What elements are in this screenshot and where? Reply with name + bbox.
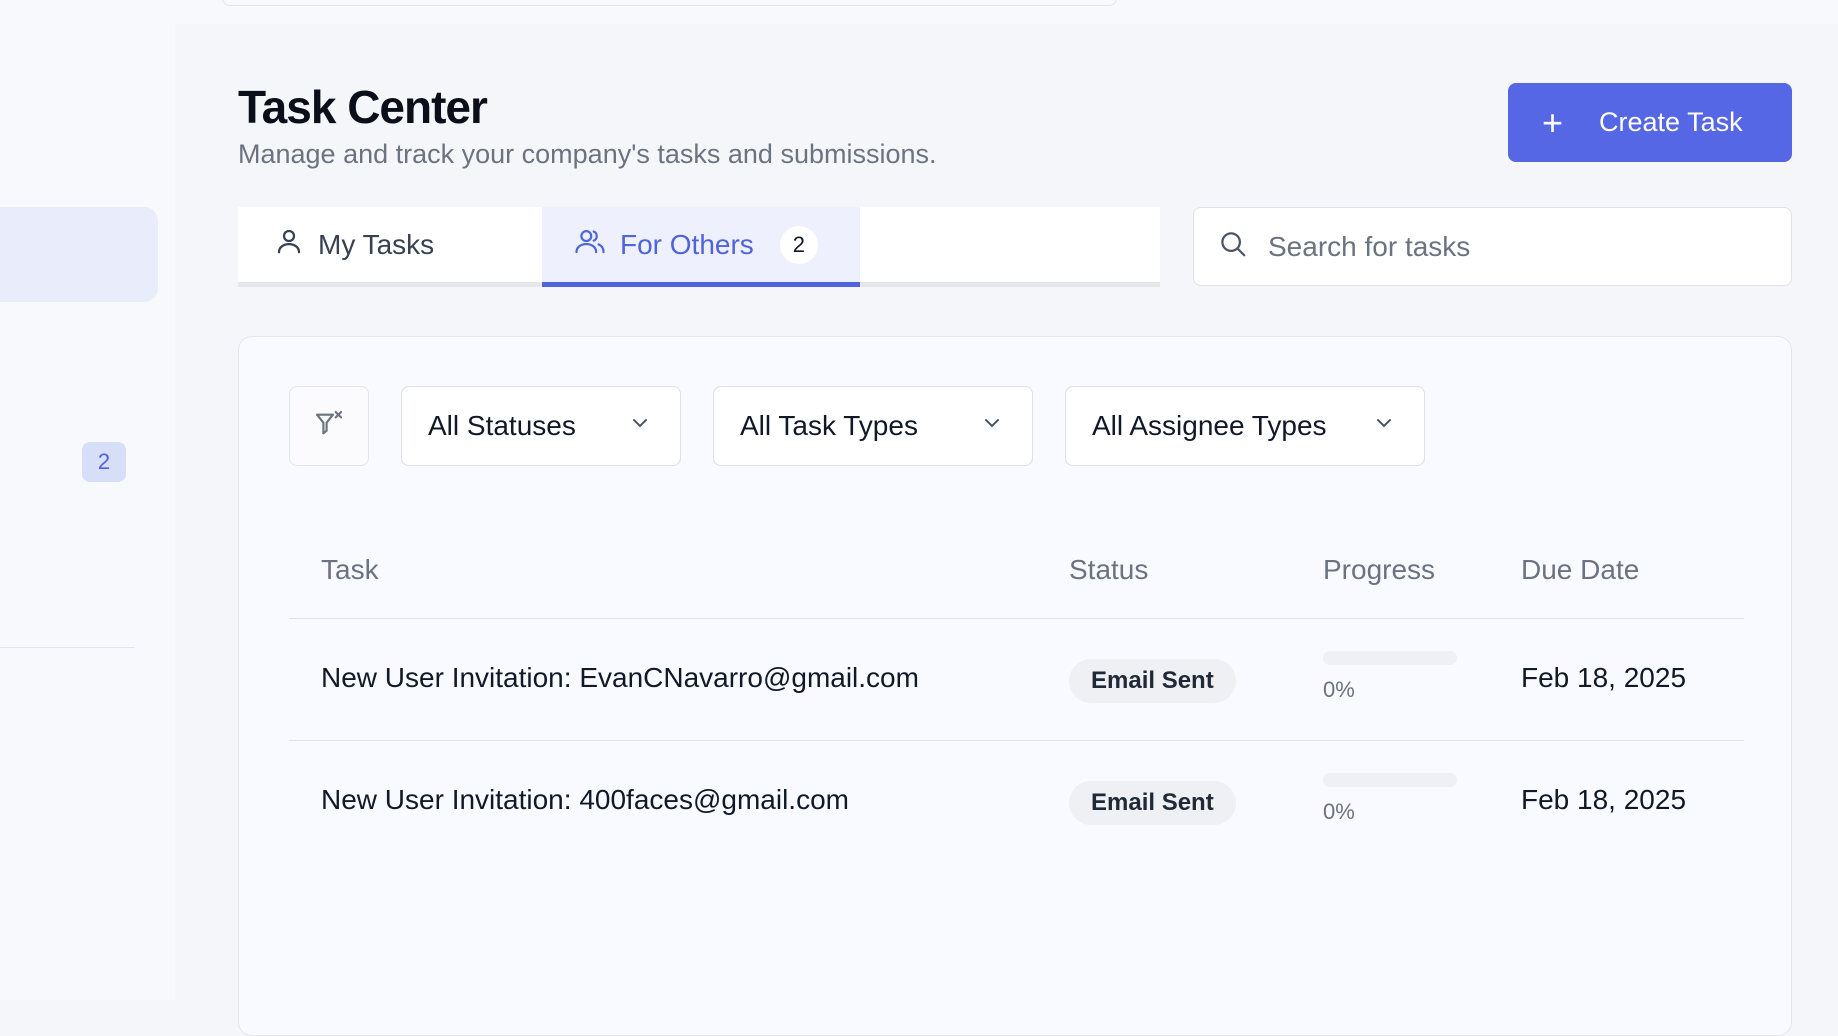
tasks-card: All Statuses All Task Types All Assignee…	[238, 336, 1792, 1036]
progress-bar	[1323, 773, 1457, 787]
progress-cell: 0%	[1323, 651, 1457, 703]
due-date: Feb 18, 2025	[1521, 662, 1687, 693]
tab-count-badge: 2	[779, 225, 818, 264]
chevron-down-icon	[980, 410, 1004, 442]
plus-icon: +	[1542, 101, 1564, 143]
due-date: Feb 18, 2025	[1521, 784, 1687, 815]
task-title: New User Invitation: EvanCNavarro@gmail.…	[321, 662, 919, 693]
page-subtitle: Manage and track your company's tasks an…	[238, 139, 937, 169]
sidebar-item-active[interactable]: 2	[0, 207, 158, 482]
task-title: New User Invitation: 400faces@gmail.com	[321, 784, 849, 815]
column-header-progress[interactable]: Progress	[1323, 554, 1435, 586]
sidebar-count-badge: 2	[82, 442, 126, 482]
create-task-button[interactable]: + Create Task	[1508, 83, 1792, 162]
assignee-type-filter-value: All Assignee Types	[1092, 410, 1327, 441]
user-icon	[274, 226, 304, 263]
topbar-search-input[interactable]	[222, 0, 1117, 6]
column-header-status[interactable]: Status	[1069, 554, 1148, 586]
sidebar-divider	[0, 647, 135, 648]
table-row[interactable]: New User Invitation: EvanCNavarro@gmail.…	[289, 619, 1744, 741]
sidebar: 2	[0, 0, 175, 1000]
tab-my-tasks[interactable]: My Tasks	[274, 207, 434, 282]
users-icon	[574, 226, 606, 263]
status-badge: Email Sent	[1069, 659, 1236, 703]
assignee-type-filter-select[interactable]: All Assignee Types	[1065, 386, 1425, 466]
tab-label: For Others	[620, 228, 754, 260]
tab-for-others[interactable]: For Others 2	[542, 207, 860, 287]
search-input[interactable]	[1268, 230, 1748, 263]
status-filter-select[interactable]: All Statuses	[401, 386, 681, 466]
progress-percent: 0%	[1323, 677, 1355, 702]
search-box[interactable]	[1193, 207, 1792, 286]
page-title: Task Center	[238, 81, 488, 133]
chevron-down-icon	[1372, 410, 1396, 442]
status-filter-value: All Statuses	[428, 410, 576, 441]
create-task-label: Create Task	[1599, 107, 1743, 137]
tab-label: My Tasks	[318, 228, 435, 260]
status-badge: Email Sent	[1069, 781, 1236, 825]
search-icon	[1218, 229, 1248, 264]
column-header-task[interactable]: Task	[321, 554, 379, 586]
progress-bar	[1323, 651, 1457, 665]
task-type-filter-select[interactable]: All Task Types	[713, 386, 1033, 466]
clear-filters-button[interactable]	[289, 386, 369, 466]
task-tabs: My Tasks For Others 2	[238, 207, 1160, 287]
main-content: Task Center Manage and track your compan…	[175, 24, 1838, 1036]
filter-clear-icon	[313, 408, 345, 445]
progress-percent: 0%	[1323, 799, 1355, 824]
table-row[interactable]: New User Invitation: 400faces@gmail.com …	[289, 741, 1744, 863]
task-type-filter-value: All Task Types	[740, 410, 918, 441]
chevron-down-icon	[628, 410, 652, 442]
column-header-due-date[interactable]: Due Date	[1521, 554, 1639, 586]
progress-cell: 0%	[1323, 773, 1457, 825]
table-header: Task Status Progress Due Date	[289, 523, 1744, 619]
